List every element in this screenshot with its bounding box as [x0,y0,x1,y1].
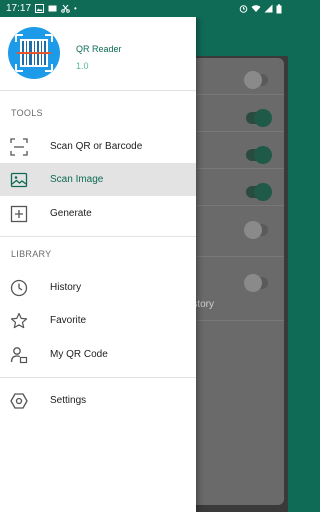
person-card-icon [10,347,28,364]
scan-frame-icon [10,138,28,156]
toggle-5[interactable] [244,221,268,239]
battery-icon [276,3,282,13]
tools-divider [0,236,196,237]
app-version: 1.0 [76,61,89,71]
menu-item-history[interactable]: History [0,271,196,304]
add-box-icon [10,205,28,223]
alarm-icon [239,5,248,13]
menu-label-settings: Settings [50,395,87,406]
status-bar: 17:17 • [0,0,288,17]
drawer-header: QR Reader 1.0 [0,17,196,90]
section-title-library: LIBRARY [11,249,52,259]
toggle-1[interactable] [244,71,268,89]
menu-label-scan-image: Scan Image [50,174,104,185]
scissors-icon [61,4,70,13]
menu-item-favorite[interactable]: Favorite [0,304,196,337]
signal-icon [264,4,273,13]
menu-label-my-qr-code: My QR Code [50,349,108,360]
toggle-4[interactable] [246,183,272,201]
menu-item-scan-code[interactable]: Scan QR or Barcode [0,130,196,163]
gallery-notification-icon [35,4,45,13]
navigation-drawer: QR Reader 1.0 TOOLS Scan QR or Barcode S… [0,17,196,512]
menu-item-my-qr-code[interactable]: My QR Code [0,338,196,371]
toggle-2[interactable] [246,109,272,127]
wifi-icon [251,5,261,12]
clock-icon [10,279,28,297]
toggle-6[interactable] [244,274,268,292]
menu-label-generate: Generate [50,208,92,219]
section-title-tools: TOOLS [11,108,43,118]
menu-label-scan-code: Scan QR or Barcode [50,141,143,152]
toggle-3[interactable] [246,146,272,164]
image-icon [10,172,28,188]
menu-item-scan-image[interactable]: Scan Image [0,163,196,196]
gear-icon [10,393,28,409]
menu-label-favorite: Favorite [50,315,87,326]
dot-indicator: • [74,4,77,13]
menu-item-generate[interactable]: Generate [0,197,196,230]
menu-item-settings[interactable]: Settings [0,384,196,417]
status-time: 17:17 [6,3,32,14]
app-logo-icon [8,27,60,79]
app-name: QR Reader [76,44,122,54]
library-divider [0,377,196,378]
star-icon [10,312,28,329]
menu-label-history: History [50,282,82,293]
header-divider [0,90,196,91]
card-notification-icon [48,5,57,12]
